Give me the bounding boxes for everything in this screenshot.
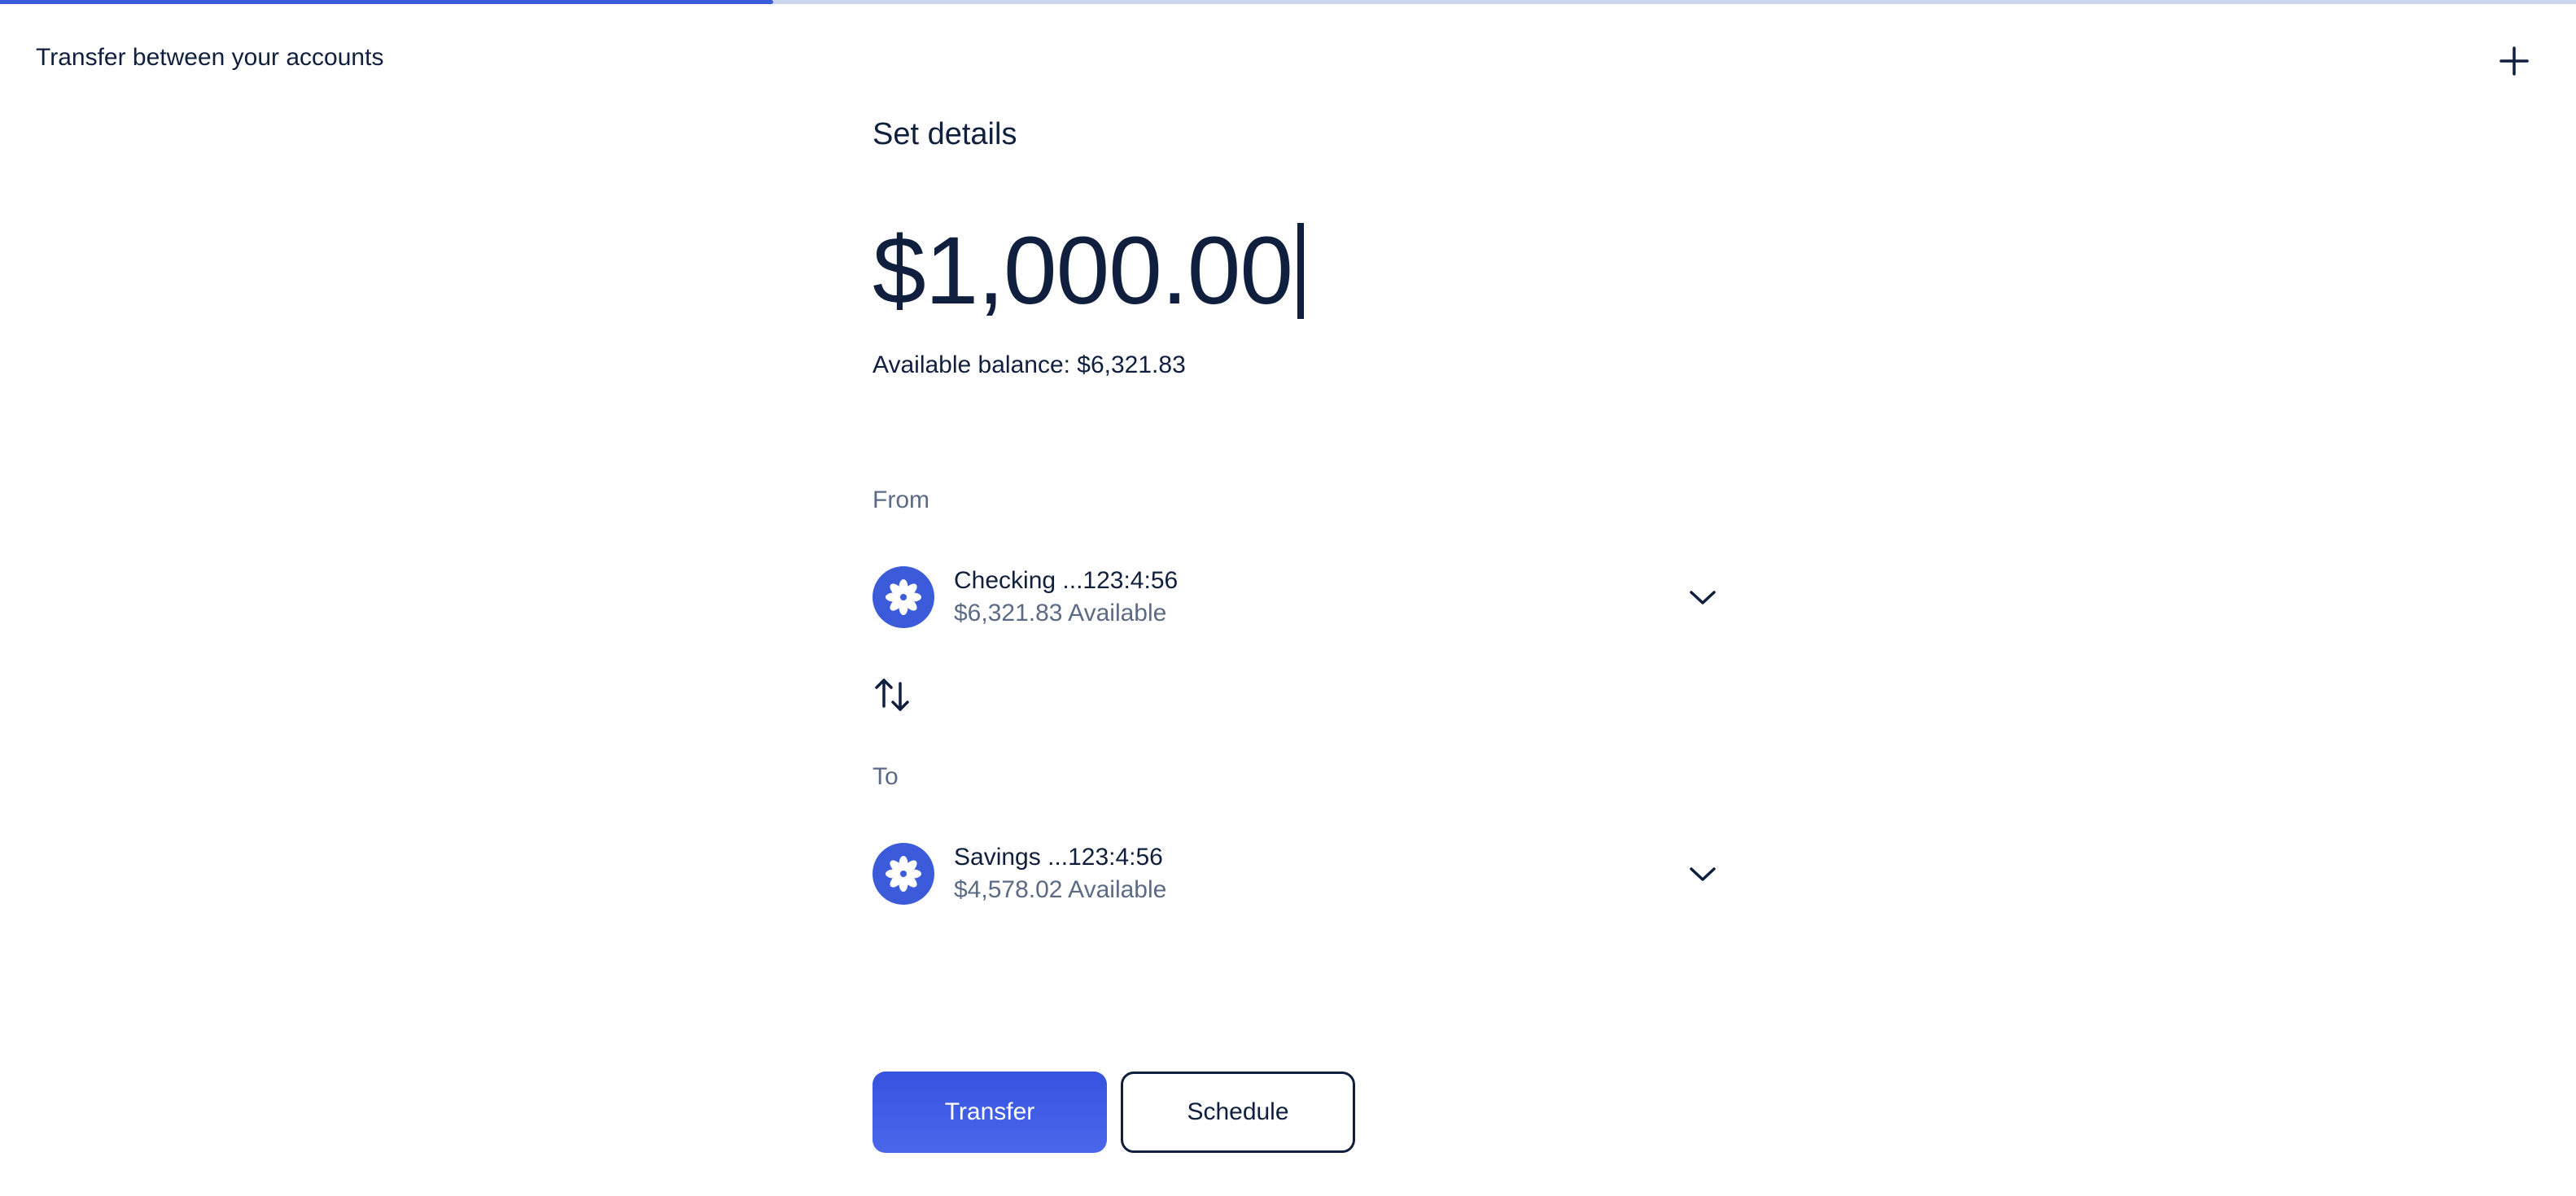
plus-icon (2499, 46, 2529, 76)
flower-icon (886, 579, 921, 615)
to-account-name: Savings ...123:4:56 (954, 844, 1163, 871)
available-balance: Available balance: $6,321.83 (873, 351, 1186, 378)
amount-field[interactable]: $1,000.00 (873, 210, 1304, 332)
chevron-down-icon (1690, 867, 1716, 881)
to-label: To (873, 763, 899, 790)
to-account-balance: $4,578.02 Available (954, 876, 1167, 903)
to-account-select[interactable]: Savings ...123:4:56 $4,578.02 Available (873, 833, 1719, 914)
bank-logo-icon (873, 566, 934, 628)
swap-accounts-button[interactable] (873, 674, 913, 714)
schedule-button[interactable]: Schedule (1121, 1072, 1355, 1153)
bank-logo-icon (873, 843, 934, 905)
from-label: From (873, 487, 929, 513)
from-account-balance: $6,321.83 Available (954, 600, 1167, 626)
section-title: Set details (873, 117, 1017, 151)
swap-arrows-icon (875, 679, 909, 711)
progress-bar (0, 0, 2576, 4)
text-caret (1297, 223, 1304, 319)
from-account-select[interactable]: Checking ...123:4:56 $6,321.83 Available (873, 557, 1719, 638)
close-button[interactable] (2494, 41, 2534, 81)
transfer-button[interactable]: Transfer (873, 1072, 1107, 1153)
amount-input[interactable]: $1,000.00 (873, 210, 1293, 332)
chevron-down-icon (1690, 591, 1716, 605)
from-account-name: Checking ...123:4:56 (954, 567, 1179, 594)
progress-bar-fill (0, 0, 773, 4)
flower-icon (886, 856, 921, 892)
page-title: Transfer between your accounts (36, 44, 384, 71)
